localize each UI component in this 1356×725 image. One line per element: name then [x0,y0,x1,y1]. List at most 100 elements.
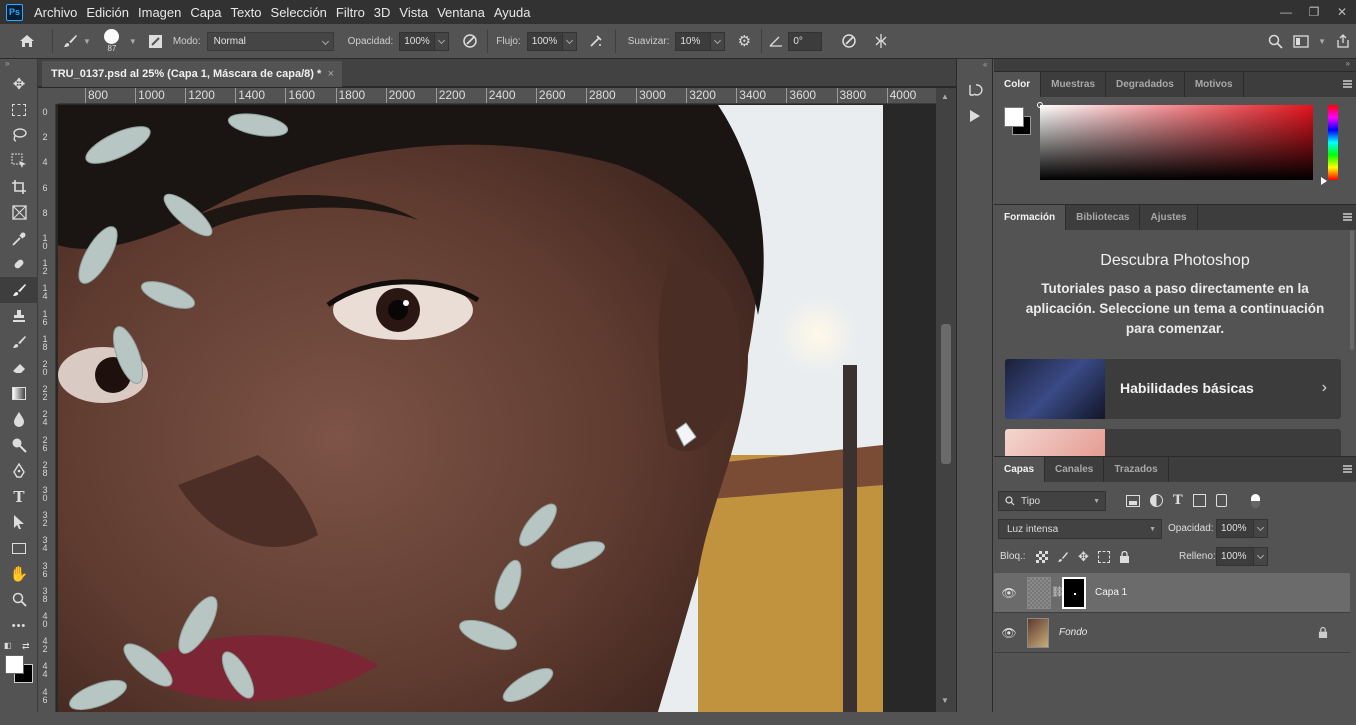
menu-3d[interactable]: 3D [372,5,398,20]
default-colors-icon[interactable]: ◧ [4,641,12,650]
fill-arrow[interactable] [1254,547,1268,566]
visibility-eye-icon[interactable]: 👁 [994,586,1024,600]
tab-formacion[interactable]: Formación [994,205,1067,230]
layer-row-fondo[interactable]: 👁 Fondo [994,613,1350,653]
skill-card-next[interactable] [1005,429,1341,456]
symmetry-icon[interactable] [868,28,894,54]
tab-muestras[interactable]: Muestras [1041,72,1107,97]
minimize-icon[interactable]: — [1272,1,1300,23]
gear-icon[interactable]: ⚙ [731,28,757,54]
history-brush-icon[interactable] [0,329,38,355]
lock-all-icon[interactable] [1119,550,1130,564]
actions-play-icon[interactable] [957,103,992,129]
lock-pixels-icon[interactable] [1057,551,1069,563]
foreground-color-swatch[interactable] [5,654,24,674]
menu-ayuda[interactable]: Ayuda [492,5,538,20]
close-tab-icon[interactable]: × [328,68,334,80]
type-tool-icon[interactable]: T [0,484,38,510]
hue-slider-handle[interactable] [1321,177,1327,185]
layer-row-capa-1[interactable]: 👁 ⛓ Capa 1 [994,573,1350,613]
move-tool-icon[interactable]: ✥ [0,71,38,97]
rectangle-tool-icon[interactable] [0,535,38,561]
smooth-input[interactable]: 10% [675,31,712,51]
filter-toggle-icon[interactable] [1250,493,1260,508]
expand-panels-icon[interactable]: « [957,59,992,69]
layer-opacity-input[interactable]: 100% [1216,519,1254,538]
mode-dropdown[interactable]: Normal [206,31,334,51]
panel-menu-icon[interactable] [1343,465,1352,473]
menu-imagen[interactable]: Imagen [136,5,188,20]
pressure-opacity-icon[interactable] [457,28,483,54]
close-icon[interactable]: ✕ [1328,1,1356,23]
filter-shape-icon[interactable] [1192,494,1206,507]
object-selection-icon[interactable] [0,148,38,174]
share-icon[interactable] [1330,28,1356,54]
zoom-tool-icon[interactable] [0,587,38,613]
fill-input[interactable]: 100% [1216,547,1254,566]
brush-tool-icon[interactable] [0,277,38,304]
document-tab[interactable]: TRU_0137.psd al 25% (Capa 1, Máscara de … [42,61,342,87]
panel-menu-icon[interactable] [1343,80,1352,88]
canvas-image[interactable] [58,105,883,712]
pressure-size-icon[interactable] [836,28,862,54]
eraser-icon[interactable] [0,355,38,381]
layer-mask-thumbnail[interactable] [1062,576,1086,609]
airbrush-icon[interactable] [583,28,609,54]
angle-input[interactable]: 0° [788,31,823,51]
chevron-down-icon[interactable]: ▼ [1318,37,1326,46]
menu-capa[interactable]: Capa [188,5,228,20]
frame-tool-icon[interactable] [0,200,38,226]
flow-dropdown-arrow[interactable] [562,31,577,51]
menu-ventana[interactable]: Ventana [435,5,492,20]
history-icon[interactable] [957,77,992,103]
filter-type-icon[interactable]: T [1173,493,1183,508]
tab-capas[interactable]: Capas [994,457,1046,482]
swap-colors-icon[interactable]: ⇄ [22,641,30,652]
smooth-dropdown-arrow[interactable] [711,31,726,51]
color-field[interactable] [1040,105,1313,180]
collapse-toolbar-icon[interactable]: » [0,59,37,71]
tab-canales[interactable]: Canales [1045,457,1105,482]
color-fg-swatch[interactable] [1004,107,1024,127]
panel-menu-icon[interactable] [1343,213,1352,221]
path-selection-icon[interactable] [0,510,38,536]
menu-seleccion[interactable]: Selección [269,5,334,20]
clone-stamp-icon[interactable] [0,303,38,329]
dodge-tool-icon[interactable] [0,432,38,458]
more-tools-icon[interactable]: ••• [0,613,38,639]
scroll-up-icon[interactable]: ▲ [941,92,949,101]
menu-vista[interactable]: Vista [397,5,435,20]
menu-filtro[interactable]: Filtro [334,5,372,20]
hand-tool-icon[interactable]: ✋ [0,561,38,587]
scrollbar-thumb[interactable] [941,324,951,464]
layer-opacity-arrow[interactable] [1254,519,1268,538]
chevron-down-icon[interactable]: ▼ [83,37,91,46]
learn-scrollbar[interactable] [1350,230,1354,350]
layer-filter-dropdown[interactable]: Tipo ▼ [998,491,1106,511]
layer-name[interactable]: Capa 1 [1095,587,1127,598]
scroll-down-icon[interactable]: ▼ [941,696,949,705]
blur-tool-icon[interactable] [0,406,38,432]
healing-brush-icon[interactable] [0,252,38,278]
filter-smart-object-icon[interactable] [1215,494,1227,507]
vertical-scrollbar[interactable]: ▲ ▼ [936,88,956,712]
blend-mode-dropdown[interactable]: Luz intensa ▼ [998,519,1162,539]
workspace-icon[interactable] [1288,28,1314,54]
gradient-tool-icon[interactable] [0,381,38,407]
visibility-eye-icon[interactable]: 👁 [994,626,1024,640]
chevron-down-icon[interactable]: ▼ [129,37,137,46]
lock-transparency-icon[interactable] [1036,551,1048,563]
filter-pixel-icon[interactable] [1126,494,1140,507]
brush-size-picker[interactable]: 87 [101,29,123,53]
tab-bibliotecas[interactable]: Bibliotecas [1066,205,1141,230]
tab-degradados[interactable]: Degradados [1106,72,1185,97]
restore-icon[interactable]: ❐ [1300,1,1328,23]
home-icon[interactable] [14,28,40,54]
brush-preset-icon[interactable] [57,28,83,54]
skill-card-basic[interactable]: Habilidades básicas › [1005,359,1341,419]
flow-input[interactable]: 100% [526,31,563,51]
opacity-dropdown-arrow[interactable] [435,31,450,51]
menu-edicion[interactable]: Edición [84,5,136,20]
tab-trazados[interactable]: Trazados [1104,457,1169,482]
link-chain-icon[interactable]: ⛓ [1051,587,1064,598]
